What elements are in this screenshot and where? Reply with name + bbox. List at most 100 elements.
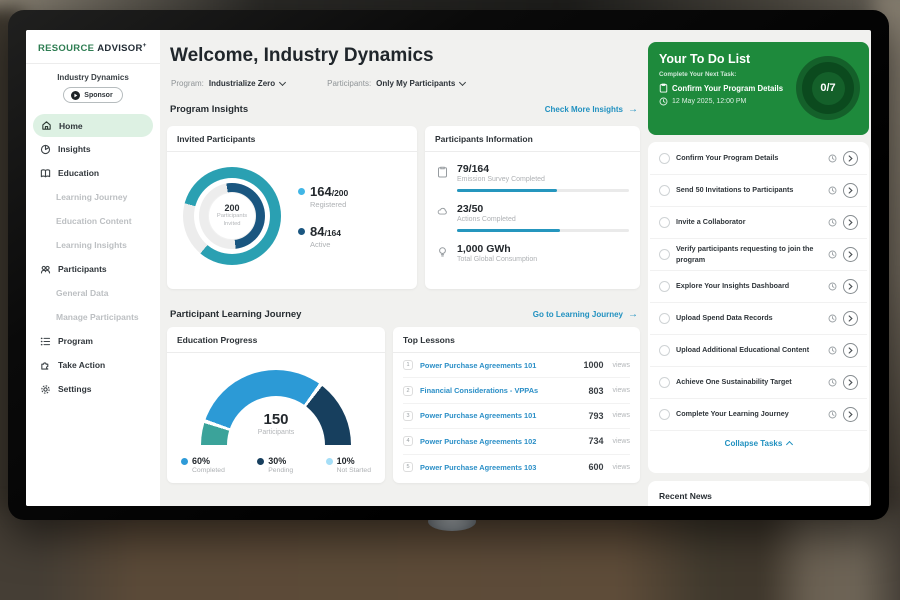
- sidebar-item-label: Learning Journey: [56, 192, 127, 202]
- logo-advisor: ADVISOR: [97, 43, 142, 54]
- todo-item: Explore Your Insights Dashboard: [650, 271, 867, 303]
- chevron-right-icon: [848, 315, 853, 322]
- insights-pie-icon: [40, 144, 51, 155]
- sponsor-badge[interactable]: Sponsor: [63, 87, 122, 103]
- todo-item-label: Invite a Collaborator: [676, 212, 822, 232]
- sidebar-item-take-action[interactable]: Take Action: [26, 353, 160, 377]
- participants-dropdown[interactable]: Participants: Only My Participants: [327, 79, 465, 88]
- sidebar-item-learning-journey[interactable]: Learning Journey: [26, 185, 160, 209]
- sidebar-item-label: Education Content: [56, 216, 132, 226]
- sidebar: RESOURCEADVISOR+ Industry Dynamics Spons…: [26, 30, 160, 506]
- lesson-link[interactable]: Power Purchase Agreements 103: [420, 463, 581, 472]
- clock-icon: [828, 186, 837, 195]
- card-title: Participants Information: [425, 126, 640, 152]
- lesson-row: 4 Power Purchase Agreements 102 734views: [403, 429, 630, 454]
- main-content: Welcome, Industry Dynamics Program: Indu…: [160, 30, 640, 506]
- card-title: Invited Participants: [167, 126, 417, 152]
- todo-item: Send 50 Invitations to Participants: [650, 175, 867, 207]
- stat-emission-survey: 79/164 Emission Survey Completed: [437, 163, 628, 192]
- registered-dot-icon: [298, 188, 305, 195]
- education-progress-card: Education Progress 150 Participants 60%C…: [167, 327, 385, 483]
- sidebar-item-home[interactable]: Home: [33, 114, 153, 137]
- progress-track: [457, 229, 629, 232]
- todo-go-button[interactable]: [843, 247, 858, 262]
- lesson-link[interactable]: Financial Considerations - VPPAs: [420, 386, 581, 395]
- sidebar-item-education[interactable]: Education: [26, 161, 160, 185]
- todo-item: Complete Your Learning Journey: [650, 399, 867, 431]
- clock-icon: [828, 250, 837, 259]
- todo-go-button[interactable]: [843, 279, 858, 294]
- list-icon: [40, 336, 51, 347]
- todo-go-button[interactable]: [843, 183, 858, 198]
- todo-checkbox[interactable]: [659, 281, 670, 292]
- lesson-row: 3 Power Purchase Agreements 101 793views: [403, 404, 630, 429]
- todo-checkbox[interactable]: [659, 313, 670, 324]
- todo-item-label: Achieve One Sustainability Target: [676, 372, 822, 392]
- lesson-link[interactable]: Power Purchase Agreements 101: [420, 361, 576, 370]
- todo-go-button[interactable]: [843, 375, 858, 390]
- sidebar-item-general-data[interactable]: General Data: [26, 281, 160, 305]
- sidebar-item-label: Participants: [58, 264, 107, 274]
- todo-checkbox[interactable]: [659, 185, 670, 196]
- lesson-row: 1 Power Purchase Agreements 101 1000view…: [403, 353, 630, 378]
- views-count: 734: [588, 436, 603, 446]
- sidebar-item-education-content[interactable]: Education Content: [26, 209, 160, 233]
- logo-plus: +: [143, 42, 147, 49]
- lightbulb-icon: [437, 243, 449, 263]
- pending-dot-icon: [257, 458, 264, 465]
- todo-item: Verify participants requesting to join t…: [650, 239, 867, 271]
- participants-icon: [40, 264, 51, 275]
- stat-global-consumption: 1,000 GWh Total Global Consumption: [437, 243, 628, 263]
- gauge-legend: 60%Completed 30%Pending 10%Not Started: [167, 445, 385, 474]
- sidebar-item-manage-participants[interactable]: Manage Participants: [26, 305, 160, 329]
- sidebar-item-learning-insights[interactable]: Learning Insights: [26, 233, 160, 257]
- collapse-tasks-link[interactable]: Collapse Tasks: [648, 431, 869, 456]
- sidebar-item-label: Home: [59, 121, 83, 131]
- recent-news-title: Recent News: [659, 491, 858, 501]
- chevron-right-icon: [848, 347, 853, 354]
- todo-checkbox[interactable]: [659, 153, 670, 164]
- todo-checkbox[interactable]: [659, 377, 670, 388]
- todo-go-button[interactable]: [843, 311, 858, 326]
- sidebar-item-insights[interactable]: Insights: [26, 137, 160, 161]
- active-label: Active: [310, 240, 341, 249]
- chevron-right-icon: [848, 379, 853, 386]
- cloud-icon: [437, 203, 449, 232]
- todo-checkbox[interactable]: [659, 409, 670, 420]
- participants-information-card: Participants Information 79/164 Emission…: [425, 126, 640, 289]
- program-dropdown[interactable]: Program: Industrialize Zero: [171, 79, 285, 88]
- app-logo: RESOURCEADVISOR+: [26, 30, 160, 64]
- todo-checkbox[interactable]: [659, 345, 670, 356]
- top-lessons-card: Top Lessons 1 Power Purchase Agreements …: [393, 327, 640, 483]
- clock-icon: [828, 282, 837, 291]
- todo-progress-ring: 0/7: [796, 56, 860, 120]
- sidebar-item-participants[interactable]: Participants: [26, 257, 160, 281]
- todo-go-button[interactable]: [843, 151, 858, 166]
- chevron-up-icon: [786, 441, 793, 448]
- sidebar-item-program[interactable]: Program: [26, 329, 160, 353]
- chevron-right-icon: [848, 155, 853, 162]
- todo-checkbox[interactable]: [659, 217, 670, 228]
- todo-go-button[interactable]: [843, 215, 858, 230]
- check-more-insights-link[interactable]: Check More Insights →: [545, 105, 638, 115]
- lesson-link[interactable]: Power Purchase Agreements 102: [420, 437, 581, 446]
- stat-label: Emission Survey Completed: [457, 176, 629, 183]
- stat-value: 1,000 GWh: [457, 243, 628, 255]
- clock-icon: [828, 154, 837, 163]
- clock-icon: [828, 218, 837, 227]
- clock-icon: [828, 410, 837, 419]
- todo-item: Achieve One Sustainability Target: [650, 367, 867, 399]
- todo-go-button[interactable]: [843, 343, 858, 358]
- sidebar-item-settings[interactable]: Settings: [26, 377, 160, 401]
- stat-label: Total Global Consumption: [457, 256, 628, 263]
- rank-badge: 4: [403, 436, 413, 446]
- clipboard-icon: [437, 163, 449, 192]
- sidebar-item-label: Learning Insights: [56, 240, 127, 250]
- chevron-right-icon: [848, 411, 853, 418]
- logo-resource: RESOURCE: [38, 43, 94, 54]
- lesson-link[interactable]: Power Purchase Agreements 101: [420, 411, 581, 420]
- gear-icon: [40, 384, 51, 395]
- go-to-learning-journey-link[interactable]: Go to Learning Journey →: [533, 310, 638, 320]
- todo-checkbox[interactable]: [659, 249, 670, 260]
- todo-go-button[interactable]: [843, 407, 858, 422]
